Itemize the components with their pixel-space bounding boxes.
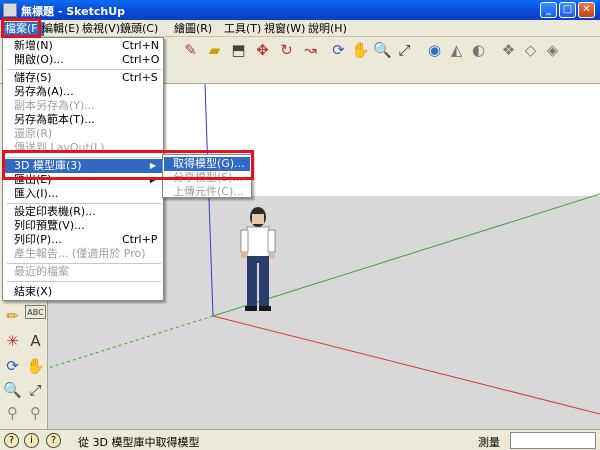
push-pull-icon[interactable]: ⬒ bbox=[228, 39, 249, 60]
menu-draw[interactable]: 繪圖(R) bbox=[172, 22, 214, 36]
menu-view[interactable]: 檢視(V) bbox=[80, 22, 122, 36]
green-axis-negative bbox=[48, 315, 214, 369]
maximize-button[interactable]: □ bbox=[559, 2, 576, 18]
geo-location-icon[interactable]: ? bbox=[4, 433, 19, 448]
measure-input[interactable] bbox=[510, 432, 596, 449]
3d-text-icon[interactable]: A bbox=[25, 330, 46, 351]
file-save-copy-as[interactable]: 副本另存為(Y)... bbox=[4, 99, 162, 113]
file-revert[interactable]: 還原(R) bbox=[4, 127, 162, 141]
file-print[interactable]: 列印(P)... Ctrl+P bbox=[4, 233, 162, 247]
orbit-icon[interactable]: ⟳ bbox=[2, 355, 23, 376]
status-text: 從 3D 模型庫中取得模型 bbox=[78, 436, 200, 449]
zoom-extents-icon[interactable]: ⤢ bbox=[394, 39, 415, 60]
move-icon[interactable]: ✥ bbox=[252, 39, 273, 60]
close-button[interactable]: ✕ bbox=[578, 2, 595, 18]
file-print-setup[interactable]: 設定印表機(R)... bbox=[4, 205, 162, 219]
position-camera-icon[interactable]: ⚲ bbox=[2, 402, 23, 423]
file-exit[interactable]: 結束(X) bbox=[4, 285, 162, 299]
menu-item-label: 新增(N) bbox=[14, 39, 53, 52]
eraser-icon[interactable]: ▰ bbox=[204, 39, 225, 60]
menu-separator bbox=[7, 281, 161, 282]
file-save[interactable]: 儲存(S) Ctrl+S bbox=[4, 71, 162, 85]
rotate-icon[interactable]: ↻ bbox=[276, 39, 297, 60]
menu-window[interactable]: 視窗(W) bbox=[262, 22, 307, 36]
menu-item-label: 產生報告... (僅適用於 Pro) bbox=[14, 247, 146, 260]
window-title: 無標題 - SketchUp bbox=[21, 5, 126, 18]
zoom-icon[interactable]: 🔍 bbox=[2, 379, 23, 400]
materials-icon[interactable]: ◇ bbox=[520, 39, 541, 60]
menu-help[interactable]: 說明(H) bbox=[306, 22, 349, 36]
menu-edit[interactable]: 編輯(E) bbox=[40, 22, 82, 36]
blue-axis bbox=[204, 84, 214, 317]
menu-item-label: 開啟(O)... bbox=[14, 53, 64, 66]
menu-item-label: 列印(P)... bbox=[14, 233, 62, 246]
file-save-as[interactable]: 另存為(A)... bbox=[4, 85, 162, 99]
menu-item-shortcut: Ctrl+S bbox=[122, 71, 158, 84]
menu-item-shortcut: Ctrl+P bbox=[122, 233, 158, 246]
get-models-icon[interactable]: ◉ bbox=[424, 39, 445, 60]
paint-bucket-icon[interactable]: ✎ bbox=[180, 39, 201, 60]
file-generate-report[interactable]: 產生報告... (僅適用於 Pro) bbox=[4, 247, 162, 261]
follow-me-icon[interactable]: ↝ bbox=[300, 39, 321, 60]
warehouse-icon[interactable]: ◐ bbox=[468, 39, 489, 60]
menu-item-label: 另存為(A)... bbox=[14, 85, 74, 98]
file-new[interactable]: 新增(N) Ctrl+N bbox=[4, 39, 162, 53]
pan-hand-icon[interactable]: ✋ bbox=[350, 39, 371, 60]
file-save-as-template[interactable]: 另存為範本(T)... bbox=[4, 113, 162, 127]
menu-item-label: 儲存(S) bbox=[14, 71, 52, 84]
menu-item-label: 列印預覽(V)... bbox=[14, 219, 85, 232]
menu-bar: 檔案(F) 編輯(E) 檢視(V) 鏡頭(C) 繪圖(R) 工具(T) 視窗(W… bbox=[0, 20, 600, 37]
credits-icon[interactable]: i bbox=[24, 433, 39, 448]
file-import[interactable]: 匯入(I)... bbox=[4, 187, 162, 201]
status-bar: ? i ? 從 3D 模型庫中取得模型 測量 bbox=[0, 429, 600, 450]
menu-item-label: 設定印表機(R)... bbox=[14, 205, 96, 218]
help-icon[interactable]: ? bbox=[46, 433, 61, 448]
menu-separator bbox=[7, 263, 161, 264]
zoom-extents-icon[interactable]: ⤢ bbox=[25, 379, 46, 400]
red-axis bbox=[212, 315, 600, 415]
menu-tools[interactable]: 工具(T) bbox=[222, 22, 263, 36]
measure-label: 測量 bbox=[478, 436, 500, 449]
file-open[interactable]: 開啟(O)... Ctrl+O bbox=[4, 53, 162, 67]
walk-icon[interactable]: ⚲ bbox=[25, 402, 46, 423]
title-bar: 無標題 - SketchUp _ □ ✕ bbox=[0, 0, 600, 20]
pan-hand-icon[interactable]: ✋ bbox=[25, 355, 46, 376]
menu-separator bbox=[7, 203, 161, 204]
menu-item-label: 最近的檔案 bbox=[14, 265, 69, 278]
menu-item-shortcut: Ctrl+N bbox=[122, 39, 160, 52]
menu-item-label: 結束(X) bbox=[14, 285, 53, 298]
menu-item-label: 另存為範本(T)... bbox=[14, 113, 95, 126]
axes-icon[interactable]: ✳ bbox=[2, 330, 23, 351]
styles-icon[interactable]: ◈ bbox=[542, 39, 563, 60]
menu-item-label: 還原(R) bbox=[14, 127, 53, 140]
person-figure bbox=[240, 207, 276, 311]
orbit-icon[interactable]: ⟳ bbox=[328, 39, 349, 60]
sketchup-app-icon[interactable] bbox=[3, 3, 17, 17]
menu-camera[interactable]: 鏡頭(C) bbox=[118, 22, 160, 36]
zoom-icon[interactable]: 🔍 bbox=[372, 39, 393, 60]
annotation-box-file-menu bbox=[1, 18, 41, 38]
annotation-box-get-models bbox=[2, 150, 254, 180]
menu-separator bbox=[7, 69, 161, 70]
tape-measure-icon[interactable]: ✏ bbox=[2, 305, 23, 326]
text-tool-icon[interactable]: ABC bbox=[25, 305, 46, 319]
file-recent-files[interactable]: 最近的檔案 bbox=[4, 265, 162, 279]
menu-item-label: 匯入(I)... bbox=[14, 187, 59, 200]
share-model-icon[interactable]: ◭ bbox=[446, 39, 467, 60]
upload-component-item[interactable]: 上傳元件(C)... bbox=[164, 185, 250, 199]
menu-item-label: 副本另存為(Y)... bbox=[14, 99, 95, 112]
menu-item-shortcut: Ctrl+O bbox=[122, 53, 160, 66]
components-icon[interactable]: ❖ bbox=[498, 39, 519, 60]
minimize-button[interactable]: _ bbox=[540, 2, 557, 18]
file-print-preview[interactable]: 列印預覽(V)... bbox=[4, 219, 162, 233]
